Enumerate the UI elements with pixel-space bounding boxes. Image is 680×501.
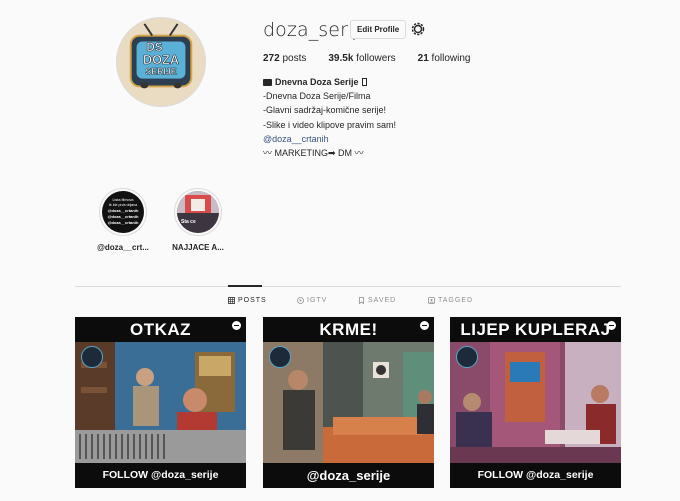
channel-badge-icon	[269, 346, 291, 368]
bio-line-2: -Glavni sadržaj-komične serije!	[263, 105, 387, 116]
bio-line-1: -Dnevna Doza Serije/Filma	[263, 91, 371, 102]
story-highlight-2[interactable]: Sta ce NAJJACE A...	[163, 188, 233, 252]
settings-gear-icon[interactable]	[410, 21, 426, 37]
following-stat[interactable]: 21 following	[418, 53, 471, 64]
bio-mention-link[interactable]: @doza__crtanih	[263, 132, 523, 146]
highlight-label: NAJJACE A...	[172, 243, 224, 252]
highlight-cover-image: Lista filmova tk ide prva objava @doza__…	[102, 191, 144, 233]
tab-posts[interactable]: POSTS	[228, 297, 267, 304]
tab-igtv-label: IGTV	[307, 297, 328, 304]
avatar-text-main: DOZA	[143, 52, 179, 67]
video-indicator-icon	[232, 321, 241, 330]
highlight-cover-image: Sta ce	[177, 191, 219, 233]
following-count: 21	[417, 53, 429, 64]
highlight-cover-ring: Sta ce	[174, 188, 222, 236]
post-tile-2[interactable]: KRME! @doza_serije	[263, 317, 434, 488]
emoji-placeholder-icon	[361, 78, 367, 86]
highlight-cover-text-5: @doza__crtanih	[108, 220, 139, 225]
igtv-icon	[297, 297, 304, 304]
post-tile-1[interactable]: OTKAZ FOLLOW @doza_serije	[75, 317, 246, 488]
edit-profile-button[interactable]: Edit Profile	[350, 20, 407, 39]
avatar-logo-icon: DS DOZA SERIJE	[117, 18, 205, 106]
posts-count: 272	[263, 53, 280, 64]
posts-stat: 272 posts	[263, 53, 306, 64]
post-title: KRME!	[263, 317, 434, 342]
bio-name: Dnevna Doza Serije	[275, 77, 359, 87]
tab-posts-label: POSTS	[238, 297, 267, 304]
bio-line-3: -Slike i video klipove pravim sam!	[263, 119, 397, 130]
video-indicator-icon	[420, 321, 429, 330]
post-footer-text: FOLLOW @doza_serije	[450, 463, 621, 488]
active-tab-indicator	[228, 285, 262, 287]
story-highlight-1[interactable]: Lista filmova tk ide prva objava @doza__…	[88, 188, 158, 252]
followers-label: followers	[353, 53, 396, 64]
tab-saved-label: SAVED	[368, 297, 397, 304]
highlight-label: @doza__crt...	[97, 243, 149, 252]
tab-tagged[interactable]: TAGGED	[428, 297, 473, 304]
post-title: LIJEP KUPLERAJ	[450, 317, 621, 342]
highlight-cover-text-1: Sta ce	[181, 219, 196, 225]
tab-tagged-label: TAGGED	[438, 297, 474, 304]
post-footer-text: FOLLOW @doza_serije	[75, 463, 246, 488]
post-tile-3[interactable]: LIJEP KUPLERAJ FOLLOW @doza_serije	[450, 317, 621, 488]
channel-badge-icon	[456, 346, 478, 368]
posts-label: posts	[279, 53, 307, 64]
tag-icon	[428, 297, 435, 304]
highlight-cover-text-3: @doza__crtanih	[108, 208, 139, 213]
following-label: following	[428, 53, 471, 64]
avatar-text-sub: SERIJE	[145, 67, 176, 77]
profile-bio: Dnevna Doza Serije -Dnevna Doza Serije/F…	[263, 75, 523, 160]
highlight-cover-ring: Lista filmova tk ide prva objava @doza__…	[99, 188, 147, 236]
tabs-divider	[75, 286, 621, 287]
grid-icon	[228, 297, 235, 304]
highlight-cover-text-2: tk ide prva objava	[109, 203, 137, 207]
followers-count: 39.5k	[328, 53, 354, 64]
followers-stat[interactable]: 39.5k followers	[328, 53, 395, 64]
profile-avatar[interactable]: DS DOZA SERIJE	[116, 17, 206, 107]
tab-saved[interactable]: SAVED	[358, 297, 396, 304]
tab-igtv[interactable]: IGTV	[297, 297, 327, 304]
highlight-cover-text-1: Lista filmova	[112, 198, 134, 202]
tv-emoji-icon	[263, 79, 272, 86]
channel-badge-icon	[81, 346, 103, 368]
bookmark-icon	[359, 297, 364, 304]
post-footer-text: @doza_serije	[263, 463, 434, 488]
video-indicator-icon	[607, 321, 616, 330]
highlight-cover-text-4: @doza__crtanih	[108, 214, 139, 219]
bio-line-5: 〰 MARKETING➡ DM 〰	[263, 148, 364, 159]
profile-stats: 272 posts 39.5k followers 21 following	[263, 53, 492, 64]
post-title: OTKAZ	[75, 317, 246, 342]
